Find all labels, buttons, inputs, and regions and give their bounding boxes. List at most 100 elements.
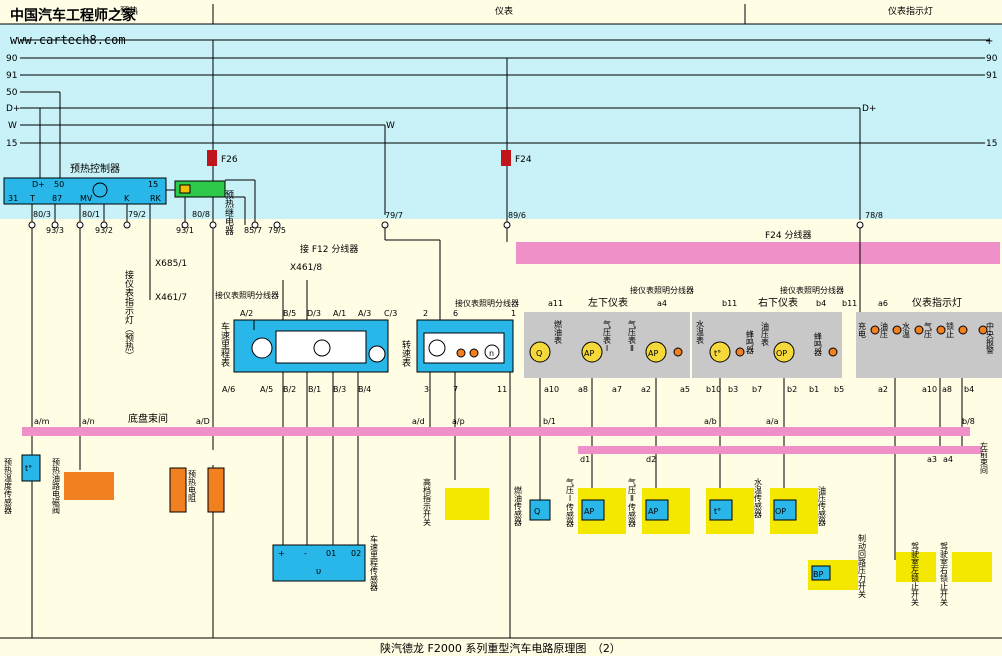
air2-sensor-label: 气压Ⅱ传感器	[628, 477, 637, 528]
preheat-pin-mv: MV	[80, 194, 93, 203]
preheat-indicator-note: 接仪表指示灯（预热）	[123, 269, 134, 360]
svg-text:中央报警: 中央报警	[986, 321, 995, 355]
rail-w-label: W	[8, 121, 17, 131]
rail-15-label-right: 15	[986, 139, 997, 149]
svg-text:D/3: D/3	[307, 309, 321, 318]
buzzer-right-label: 蜂鸣器	[814, 331, 823, 357]
fuel-sensor-symbol: Q	[534, 507, 540, 516]
oil-gauge-symbol: OP	[776, 349, 787, 358]
left-pin-a4: a4	[657, 299, 667, 308]
air1-gauge-label: 气压表Ⅰ	[603, 319, 612, 353]
svg-text:d1: d1	[580, 455, 590, 464]
rail-91-label: 91	[6, 71, 17, 81]
svg-text:C/3: C/3	[384, 309, 397, 318]
fuel-gauge-label: 燃油表	[554, 319, 563, 345]
fuse-f26	[207, 150, 217, 166]
svg-text:a2: a2	[641, 385, 651, 394]
svg-text:80/8: 80/8	[192, 210, 210, 219]
right-cluster-title: 右下仪表	[758, 296, 798, 309]
section-preheat: 预热	[120, 5, 138, 17]
preheat-pin-15: 15	[148, 180, 158, 189]
rail-90-label: 90	[6, 54, 18, 64]
svg-text:a10: a10	[544, 385, 559, 394]
light-note-left: 接仪表照明分线器	[215, 290, 279, 300]
preheat-valve	[64, 472, 114, 500]
cab-right-switch	[952, 552, 992, 582]
speedometer-label: 车速里程表	[219, 321, 230, 368]
rail-50-label: 50	[6, 88, 18, 98]
rail-90-label-right: 90	[986, 54, 998, 64]
speedometer-gauge-icon	[368, 345, 386, 363]
high-gear-switch-label: 高档指示开关	[423, 477, 432, 527]
air2-gauge-label: 气压表Ⅱ	[628, 319, 637, 353]
svg-text:a/m: a/m	[34, 417, 50, 426]
light-note-mid: 接仪表照明分线器	[455, 298, 519, 308]
svg-text:d2: d2	[646, 455, 656, 464]
chassis-harness	[22, 427, 970, 436]
svg-text:A/5: A/5	[260, 385, 273, 394]
svg-text:a3: a3	[927, 455, 937, 464]
buzzer-left-label: 蜂鸣器	[746, 329, 755, 355]
cab-right-switch-label: 驾驶室右锁止开关	[940, 541, 949, 607]
chassis-harness-label: 底盘束间	[128, 412, 168, 425]
section-indicators: 仪表指示灯	[888, 5, 933, 17]
svg-text:B/2: B/2	[283, 385, 296, 394]
tacho-pin-3: 3	[424, 385, 429, 394]
indicator-pin-b11: b11	[842, 299, 857, 308]
tacho-pin-2: 2	[423, 309, 428, 318]
svg-text:93/1: 93/1	[176, 226, 194, 235]
svg-text:A/1: A/1	[333, 309, 346, 318]
preheat-pin-dplus: D+	[32, 180, 45, 189]
rail-91-label-right: 91	[986, 71, 997, 81]
svg-text:80/1: 80/1	[82, 210, 100, 219]
rail-15-label: 15	[6, 139, 17, 149]
speed-sensor-pin-02: 02	[351, 549, 361, 558]
svg-text:a8: a8	[942, 385, 952, 394]
svg-text:a10: a10	[922, 385, 937, 394]
svg-text:B/5: B/5	[283, 309, 296, 318]
rpm-symbol: n	[489, 349, 494, 358]
left-cluster-title: 左下仪表	[588, 296, 628, 309]
water-gauge-label: 水温表	[696, 319, 705, 345]
svg-text:a/n: a/n	[82, 417, 95, 426]
preheat-pin-rk: RK	[150, 194, 162, 203]
rail-plus-label: +	[985, 36, 993, 47]
svg-text:a8: a8	[578, 385, 588, 394]
svg-text:a5: a5	[680, 385, 690, 394]
svg-text:油压: 油压	[880, 321, 889, 339]
svg-text:A/6: A/6	[222, 385, 235, 394]
x685-label: X685/1	[155, 259, 187, 269]
svg-text:A/3: A/3	[358, 309, 371, 318]
f24-splitter-label: F24 分线器	[765, 229, 812, 241]
preheat-controller-title: 预热控制器	[70, 162, 120, 175]
fuse-f24-label: F24	[515, 155, 532, 165]
preheat-resistor-b	[207, 467, 225, 513]
speedometer-clock-icon	[251, 337, 273, 359]
svg-text:79/2: 79/2	[128, 210, 146, 219]
air2-sensor-symbol: AP	[648, 507, 658, 516]
right-pin-b4: b4	[816, 299, 826, 308]
svg-text:B/4: B/4	[358, 385, 371, 394]
water-sensor-symbol: t°	[714, 507, 721, 516]
rail-w-label-mid: W	[386, 121, 395, 131]
preheat-valve-label: 预热油路电磁阀	[52, 457, 61, 515]
svg-text:80/3: 80/3	[33, 210, 51, 219]
rail-dplus-label: D+	[6, 104, 20, 114]
brake-switch-label: 制动回路压力开关	[858, 533, 867, 599]
svg-text:气压: 气压	[924, 321, 933, 339]
preheat-resistor-a	[169, 467, 187, 513]
air2-gauge-symbol: AP	[648, 349, 658, 358]
oil-sensor-label: 油压传感器	[818, 485, 827, 527]
tacho-pin-7: 7	[453, 385, 458, 394]
preheat-pin-31: 31	[8, 194, 18, 203]
preheat-temp-symbol: t°	[25, 464, 32, 473]
svg-text:b/8: b/8	[962, 417, 975, 426]
speed-sensor-pin-minus: -	[304, 549, 307, 558]
f12-splitter-note: 接 F12 分线器	[300, 243, 358, 255]
svg-text:水温: 水温	[902, 321, 911, 339]
oil-gauge-label: 油压表	[761, 321, 770, 347]
svg-text:b7: b7	[752, 385, 762, 394]
indicator-cluster-title: 仪表指示灯	[912, 296, 962, 309]
svg-text:A/2: A/2	[240, 309, 253, 318]
svg-text:充电: 充电	[858, 321, 867, 338]
